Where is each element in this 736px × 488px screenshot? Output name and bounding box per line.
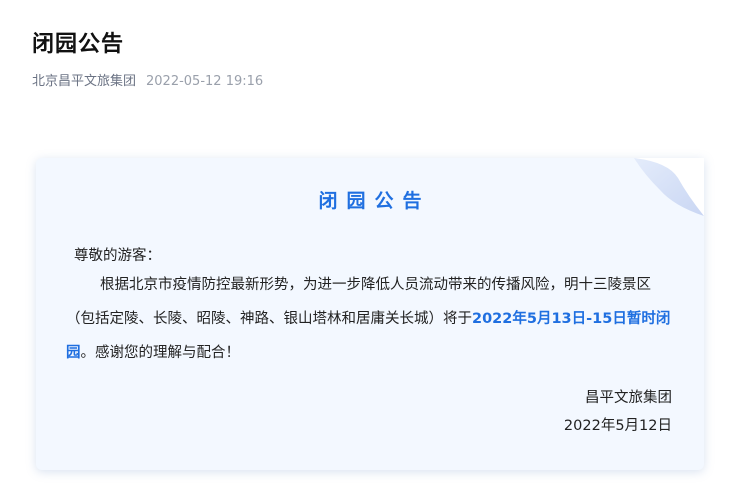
publish-date: 2022-05-12 19:16: [146, 74, 264, 89]
notice-heading: 闭园公告: [318, 190, 431, 212]
notice-card: 闭园公告 尊敬的游客： 根据北京市疫情防控最新形势，为进一步降低人员流动带来的传…: [36, 158, 704, 470]
notice-greeting: 尊敬的游客：: [74, 248, 161, 264]
notice-body-closing: 。感谢您的理解与配合！: [80, 345, 241, 361]
signature-organization: 昌平文旅集团: [585, 390, 672, 406]
article-meta: 北京昌平文旅集团 2022-05-12 19:16: [32, 70, 263, 89]
notice-body: 根据北京市疫情防控最新形势，为进一步降低人员流动带来的传播风险，明十三陵景区（包…: [66, 268, 678, 370]
author-link[interactable]: 北京昌平文旅集团: [32, 74, 136, 89]
signature-date: 2022年5月12日: [563, 418, 672, 434]
notice-signature: 昌平文旅集团 2022年5月12日: [564, 384, 672, 440]
article-page: 闭园公告 北京昌平文旅集团 2022-05-12 19:16 闭园公告 尊敬的游客…: [0, 0, 736, 488]
article-title: 闭园公告: [32, 32, 125, 57]
